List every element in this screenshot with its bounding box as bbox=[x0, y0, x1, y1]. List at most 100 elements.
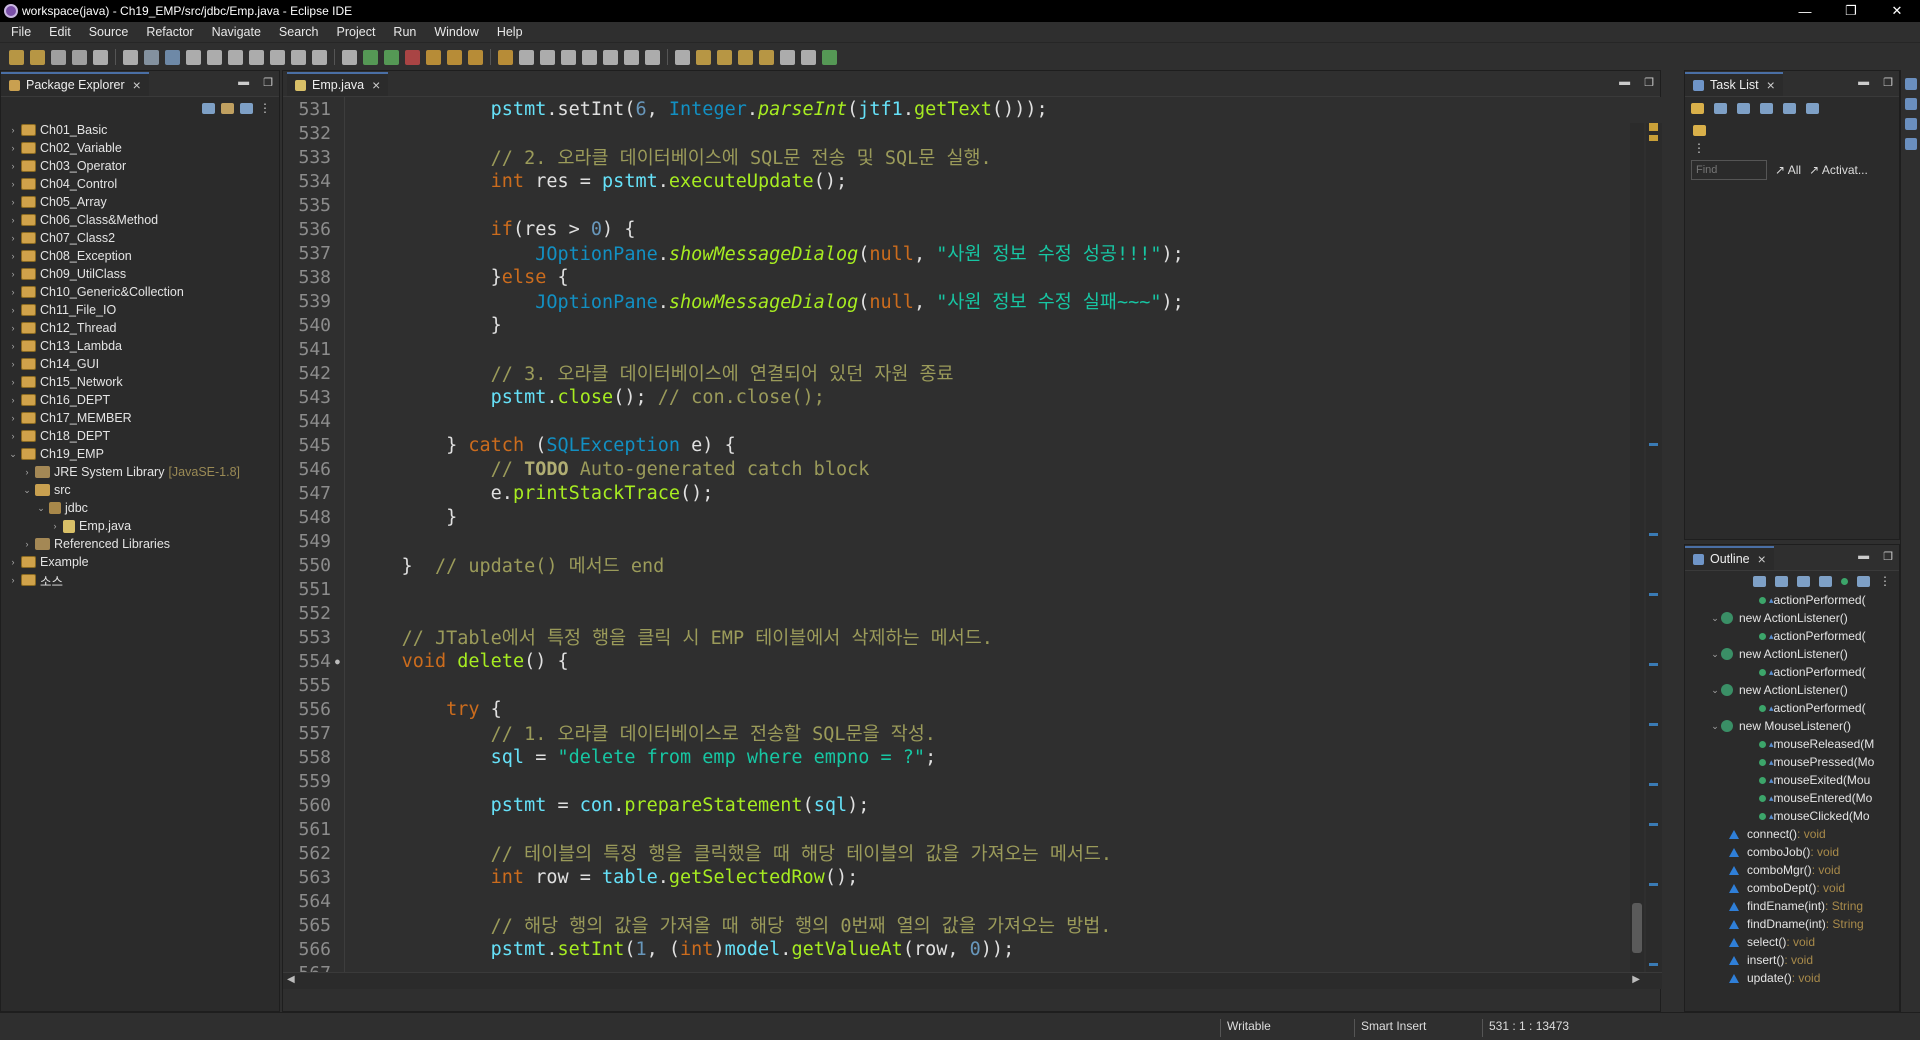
chevron-down-icon[interactable]: ⌄ bbox=[1709, 649, 1721, 660]
outline-item[interactable]: ⌄ new MouseListener() bbox=[1685, 717, 1899, 735]
toolbar-action-icon[interactable] bbox=[342, 49, 357, 65]
toolbar-action-icon[interactable] bbox=[426, 49, 441, 65]
collapse-all-icon[interactable] bbox=[202, 102, 215, 114]
toolbar-action-icon[interactable] bbox=[291, 49, 306, 65]
view-menu-icon[interactable]: ⋮ bbox=[259, 101, 271, 115]
chevron-right-icon[interactable]: › bbox=[7, 395, 19, 405]
code-text[interactable]: JOptionPane.showMessageDialog(null, "사원 … bbox=[351, 240, 1184, 266]
outline-item[interactable]: ▴ actionPerformed( bbox=[1685, 699, 1899, 717]
maximize-icon[interactable]: ❐ bbox=[1644, 76, 1654, 89]
outline-item[interactable]: select() : void bbox=[1685, 933, 1899, 951]
outline-item[interactable]: ▴ mouseEntered(Mo bbox=[1685, 789, 1899, 807]
outline-item[interactable]: ▴ actionPerformed( bbox=[1685, 591, 1899, 609]
toolbar-action-icon[interactable] bbox=[645, 49, 660, 65]
focus-icon[interactable] bbox=[1760, 102, 1773, 114]
menu-refactor[interactable]: Refactor bbox=[137, 25, 202, 39]
chevron-right-icon[interactable]: › bbox=[7, 179, 19, 189]
collapse-icon[interactable] bbox=[1806, 102, 1819, 114]
outline-item[interactable]: ▴ actionPerformed( bbox=[1685, 627, 1899, 645]
code-text[interactable]: // 테이블의 특정 행을 클릭했을 때 해당 테이블의 값을 가져오는 메서드… bbox=[351, 840, 1112, 866]
toolbar-action-icon[interactable] bbox=[93, 49, 108, 65]
chevron-down-icon[interactable]: ⌄ bbox=[7, 449, 19, 460]
tree-item[interactable]: › Ch01_Basic bbox=[1, 121, 279, 139]
link-editor-icon[interactable] bbox=[1857, 575, 1870, 587]
toolbar-action-icon[interactable] bbox=[603, 49, 618, 65]
new-task-icon[interactable] bbox=[1691, 102, 1704, 114]
warning-marker[interactable] bbox=[1649, 123, 1658, 131]
chevron-right-icon[interactable]: › bbox=[7, 341, 19, 351]
tree-item[interactable]: › Ch14_GUI bbox=[1, 355, 279, 373]
code-text[interactable]: int row = table.getSelectedRow(); bbox=[351, 867, 859, 888]
outline-item[interactable]: insert() : void bbox=[1685, 951, 1899, 969]
toolbar-action-icon[interactable] bbox=[384, 49, 399, 65]
close-icon[interactable]: × bbox=[372, 77, 380, 93]
chevron-right-icon[interactable]: › bbox=[49, 521, 61, 531]
code-text[interactable]: void delete() { bbox=[351, 651, 569, 672]
toolbar-action-icon[interactable] bbox=[759, 49, 774, 65]
chevron-right-icon[interactable]: › bbox=[7, 269, 19, 279]
all-link[interactable]: ↗ All bbox=[1775, 163, 1801, 177]
chevron-right-icon[interactable]: › bbox=[7, 197, 19, 207]
minimize-icon[interactable]: ▬ bbox=[1858, 550, 1869, 563]
chevron-right-icon[interactable]: › bbox=[7, 161, 19, 171]
view-menu-icon[interactable]: ⋮ bbox=[1685, 141, 1899, 155]
horizontal-scrollbar[interactable]: ◀ ▶ bbox=[283, 972, 1662, 989]
toolbar-action-icon[interactable] bbox=[9, 49, 24, 65]
close-button[interactable]: ✕ bbox=[1874, 0, 1920, 22]
toolbar-action-icon[interactable] bbox=[270, 49, 285, 65]
code-text[interactable]: pstmt.setInt(6, Integer.parseInt(jtf1.ge… bbox=[351, 99, 1048, 120]
toolbar-action-icon[interactable] bbox=[801, 49, 816, 65]
close-icon[interactable]: × bbox=[1758, 551, 1766, 567]
outline-item[interactable]: comboJob() : void bbox=[1685, 843, 1899, 861]
outline-item[interactable]: ▴ mouseClicked(Mo bbox=[1685, 807, 1899, 825]
toolbar-action-icon[interactable] bbox=[207, 49, 222, 65]
code-area[interactable]: 531 pstmt.setInt(6, Integer.parseInt(jtf… bbox=[283, 97, 1662, 989]
toolbar-action-icon[interactable] bbox=[561, 49, 576, 65]
scroll-thumb[interactable] bbox=[1632, 903, 1642, 953]
tree-item[interactable]: › Ch10_Generic&Collection bbox=[1, 283, 279, 301]
maximize-icon[interactable]: ❐ bbox=[263, 76, 273, 89]
menu-project[interactable]: Project bbox=[328, 25, 385, 39]
menu-navigate[interactable]: Navigate bbox=[203, 25, 270, 39]
tree-item[interactable]: › Ch12_Thread bbox=[1, 319, 279, 337]
scheduled-icon[interactable] bbox=[1737, 102, 1750, 114]
tree-item[interactable]: › Ch15_Network bbox=[1, 373, 279, 391]
sort-icon[interactable] bbox=[1753, 575, 1766, 587]
chevron-down-icon[interactable]: ⌄ bbox=[1709, 721, 1721, 732]
tree-item[interactable]: › Ch11_File_IO bbox=[1, 301, 279, 319]
problems-icon[interactable] bbox=[1904, 118, 1917, 130]
code-text[interactable]: int res = pstmt.executeUpdate(); bbox=[351, 171, 847, 192]
chevron-right-icon[interactable]: › bbox=[7, 287, 19, 297]
tree-item[interactable]: › Ch08_Exception bbox=[1, 247, 279, 265]
chevron-right-icon[interactable]: › bbox=[7, 251, 19, 261]
categorize-icon[interactable] bbox=[1714, 102, 1727, 114]
restore-icon[interactable] bbox=[1904, 78, 1917, 90]
toolbar-action-icon[interactable] bbox=[447, 49, 462, 65]
tree-item[interactable]: › Ch07_Class2 bbox=[1, 229, 279, 247]
outline-item[interactable]: update() : void bbox=[1685, 969, 1899, 987]
code-text[interactable]: } bbox=[351, 507, 457, 528]
tree-item[interactable]: › JRE System Library [JavaSE-1.8] bbox=[1, 463, 279, 481]
tree-item[interactable]: › Ch03_Operator bbox=[1, 157, 279, 175]
menu-file[interactable]: File bbox=[2, 25, 40, 39]
code-text[interactable]: // TODO Auto-generated catch block bbox=[351, 459, 870, 480]
tree-item[interactable]: ⌄ Ch19_EMP bbox=[1, 445, 279, 463]
toolbar-action-icon[interactable] bbox=[675, 49, 690, 65]
maximize-icon[interactable]: ❐ bbox=[1883, 550, 1893, 563]
code-text[interactable]: sql = "delete from emp where empno = ?"; bbox=[351, 747, 937, 768]
tree-item[interactable]: ⌄ jdbc bbox=[1, 499, 279, 517]
chevron-right-icon[interactable]: › bbox=[7, 305, 19, 315]
toolbar-action-icon[interactable] bbox=[624, 49, 639, 65]
outline-item[interactable]: delete() : void bbox=[1685, 987, 1899, 991]
close-icon[interactable]: × bbox=[133, 77, 141, 93]
outline-item[interactable]: ▴ mouseExited(Mou bbox=[1685, 771, 1899, 789]
chevron-right-icon[interactable]: › bbox=[7, 233, 19, 243]
code-text[interactable]: // 3. 오라클 데이터베이스에 연결되어 있던 자원 종료 bbox=[351, 360, 954, 386]
tab-emp-java[interactable]: Emp.java × bbox=[287, 72, 389, 96]
menu-run[interactable]: Run bbox=[384, 25, 425, 39]
toolbar-action-icon[interactable] bbox=[30, 49, 45, 65]
code-text[interactable]: e.printStackTrace(); bbox=[351, 483, 714, 504]
chevron-right-icon[interactable]: › bbox=[7, 125, 19, 135]
warning-marker[interactable] bbox=[1649, 135, 1658, 141]
outline-item[interactable]: comboMgr() : void bbox=[1685, 861, 1899, 879]
